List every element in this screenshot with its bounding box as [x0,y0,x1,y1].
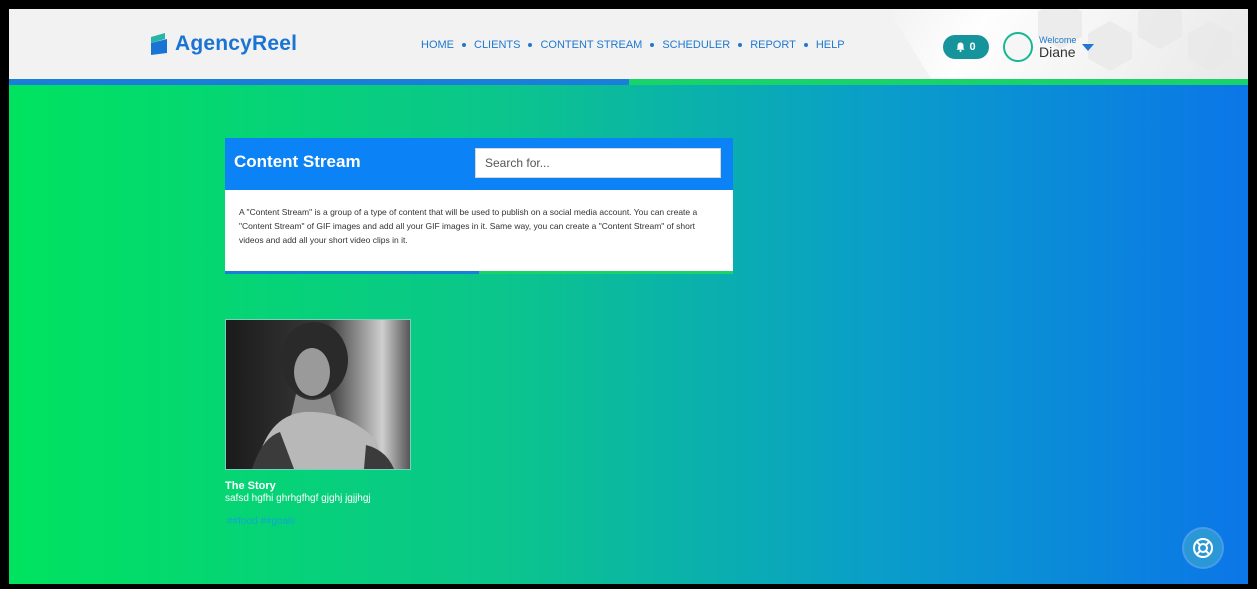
stream-item-thumbnail[interactable] [225,319,411,470]
header-underline-green [629,79,1248,85]
content-stream-panel: Content Stream A "Content Stream" is a g… [225,138,733,274]
stream-item-tags[interactable]: ##food ##goals [225,516,411,527]
nav-content-stream[interactable]: CONTENT STREAM [540,39,642,51]
user-text: Welcome Diane [1039,35,1076,60]
page-title: Content Stream [234,152,361,171]
top-header: AgencyReel HOME CLIENTS CONTENT STREAM S… [9,9,1248,79]
notifications-button[interactable]: 0 [943,35,989,59]
nav-report[interactable]: REPORT [750,39,796,51]
nav-home[interactable]: HOME [421,39,454,51]
nav-separator [803,43,808,47]
main-nav: HOME CLIENTS CONTENT STREAM SCHEDULER RE… [421,39,845,51]
user-name: Diane [1039,43,1076,60]
nav-separator [650,43,655,47]
stream-item-description: safsd hgfhi ghrhgfhgf gjghj jgjjhgj [225,493,371,504]
caret-down-icon[interactable] [1082,43,1095,51]
nav-clients[interactable]: CLIENTS [474,39,520,51]
nav-separator [738,43,743,47]
logo-icon [151,33,167,55]
nav-separator [462,43,466,47]
header-underline-blue [9,79,629,85]
help-button[interactable] [1184,529,1222,567]
nav-separator [528,43,533,47]
brand-logo[interactable]: AgencyReel [149,31,297,57]
avatar[interactable] [1003,32,1033,62]
panel-description: A "Content Stream" is a group of a type … [239,207,698,245]
app-frame: AgencyReel HOME CLIENTS CONTENT STREAM S… [9,9,1248,584]
stream-item-card[interactable]: The Story safsd hgfhi ghrhgfhgf gjghj jg… [225,319,411,527]
nav-help[interactable]: HELP [816,39,845,51]
stream-item-title: The Story [225,480,276,492]
lifebuoy-icon [1193,538,1213,558]
notification-count: 0 [969,41,976,53]
portrait-photo [226,320,410,469]
panel-underline-blue [225,271,479,274]
bell-icon [956,42,965,52]
user-menu[interactable]: Welcome Diane [1003,32,1095,62]
nav-scheduler[interactable]: SCHEDULER [662,39,730,51]
brand-name: AgencyReel [175,32,298,55]
panel-header: Content Stream [225,138,733,190]
panel-underline-green [479,271,733,274]
search-input[interactable] [475,148,721,178]
